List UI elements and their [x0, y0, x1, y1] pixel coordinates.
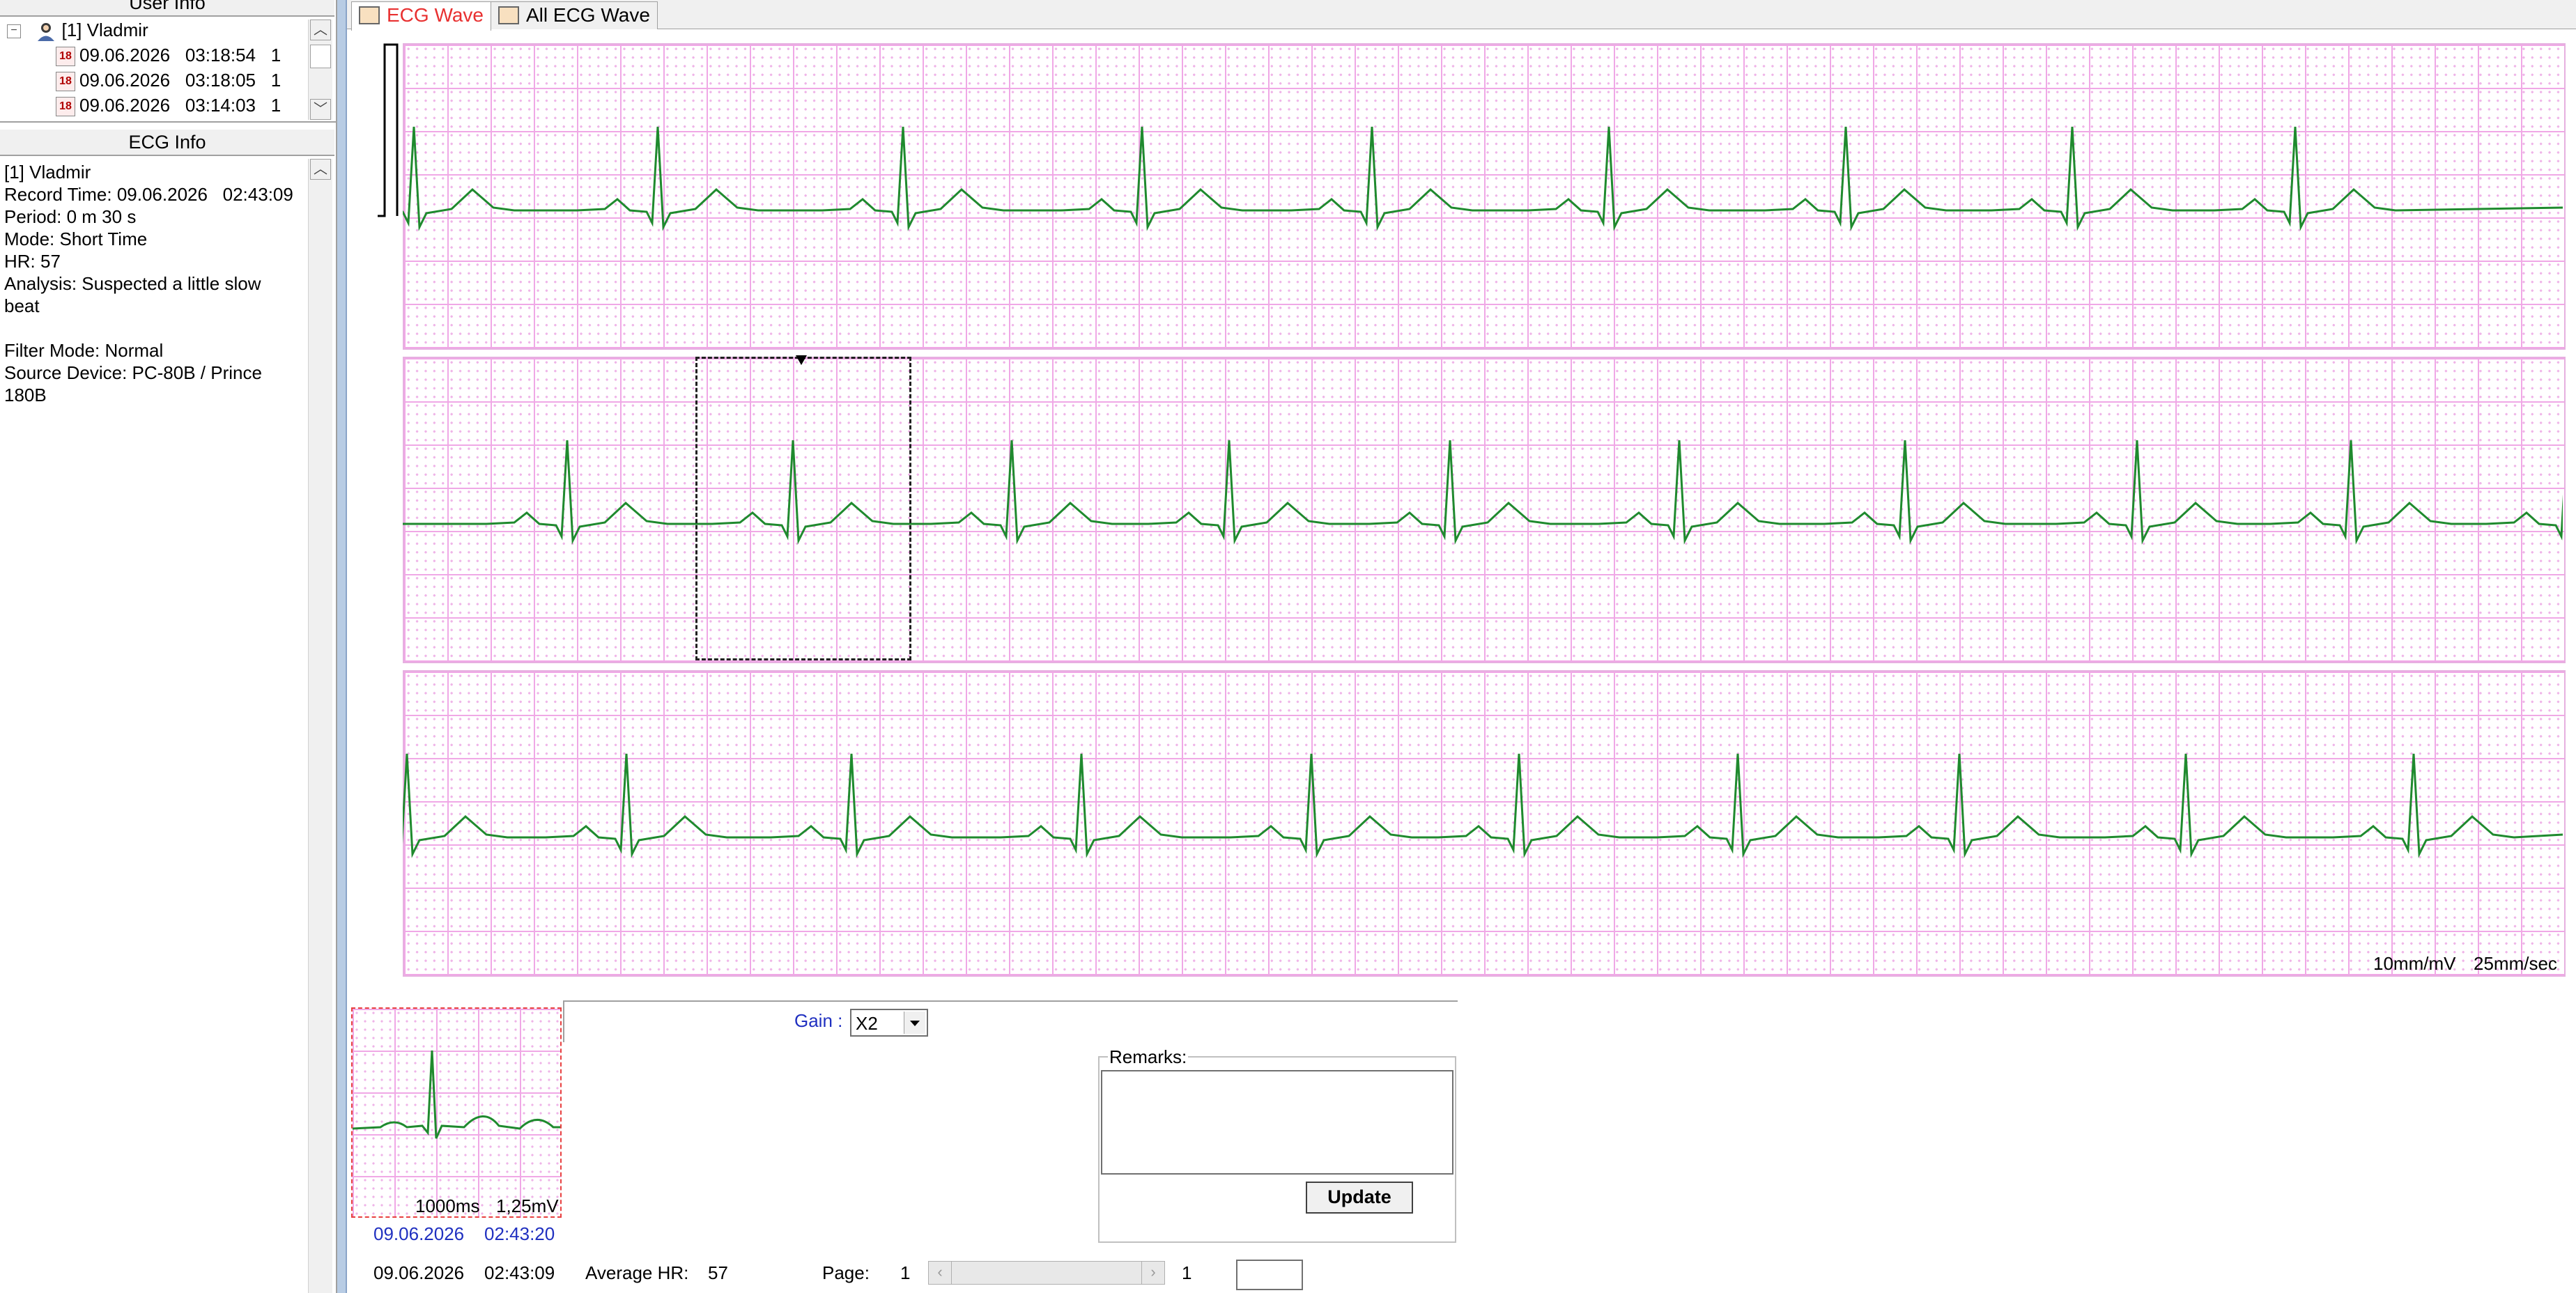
left-panel: User Info − [1] Vladmir 18 09.06.2026 03:… — [0, 0, 337, 1293]
scroll-up-icon[interactable]: ︿ — [310, 20, 331, 40]
zoom-trace-svg — [352, 1050, 560, 1139]
tree-user-label: [1] Vladmir — [61, 20, 148, 40]
gain-select[interactable]: X2 — [850, 1009, 928, 1037]
scroll-thumb[interactable] — [310, 45, 331, 68]
info-line: Source Device: PC-80B / Prince — [4, 362, 262, 383]
info-line: Analysis: Suspected a little slow — [4, 273, 261, 294]
scroll-down-icon[interactable]: ﹀ — [310, 99, 331, 120]
update-button[interactable]: Update — [1306, 1182, 1413, 1214]
minus-box-icon[interactable]: − — [7, 24, 21, 39]
remarks-input[interactable] — [1101, 1070, 1453, 1175]
record-time: 09.06.2026 02:43:09 — [373, 1262, 555, 1283]
scroll-up-icon[interactable]: ︿ — [310, 159, 331, 180]
chevron-down-icon[interactable] — [904, 1012, 925, 1034]
record-icon: 18 — [56, 97, 75, 117]
ecg-trace-3 — [403, 753, 2563, 858]
selection-box[interactable] — [695, 357, 911, 660]
chart-icon — [359, 6, 380, 24]
remarks-label: Remarks: — [1108, 1046, 1189, 1068]
zoom-trace — [352, 1050, 560, 1139]
page-label: Page: — [822, 1262, 870, 1283]
user-info-title: User Info — [0, 0, 334, 17]
ecg-info-title: ECG Info — [0, 130, 334, 156]
info-line: 180B — [4, 385, 47, 405]
record-icon: 18 — [56, 47, 75, 67]
user-tree-scrollbar[interactable]: ︿ ﹀ — [308, 20, 332, 120]
control-area-left-edge — [563, 1000, 564, 1042]
page-total: 1 — [1182, 1262, 1192, 1283]
ecg-trace-1 — [403, 126, 2563, 231]
average-hr-value: 57 — [708, 1262, 728, 1283]
record-icon: 18 — [56, 72, 75, 92]
user-tree: − [1] Vladmir 18 09.06.2026 03:18:54 1 18… — [0, 17, 337, 123]
info-line: Mode: Short Time — [4, 229, 148, 249]
info-line: [1] Vladmir — [4, 162, 91, 183]
info-line: HR: 57 — [4, 251, 61, 272]
info-line: beat — [4, 295, 40, 316]
scroll-right-icon[interactable]: › — [1141, 1262, 1164, 1284]
zoom-scale-amp: 1,25mV — [496, 1195, 559, 1216]
control-area — [563, 1000, 1458, 1002]
zoom-preview: 1000ms 1,25mV — [351, 1007, 562, 1218]
tree-user-node[interactable]: − [1] Vladmir — [7, 20, 148, 42]
average-hr-label: Average HR: — [585, 1262, 689, 1283]
splitter[interactable] — [337, 0, 347, 1293]
info-line: Record Time: 09.06.2026 02:43:09 — [4, 184, 293, 205]
remarks-group: Remarks: Update — [1098, 1046, 1456, 1243]
tab-bar: ECG Wave All ECG Wave — [347, 0, 2576, 31]
selection-marker-icon[interactable] — [796, 355, 807, 365]
zoom-timestamp: 09.06.2026 02:43:20 — [373, 1223, 555, 1244]
tab-ecg-wave[interactable]: ECG Wave — [351, 1, 491, 31]
info-line: Filter Mode: Normal — [4, 340, 164, 361]
info-line: Period: 0 m 30 s — [4, 206, 137, 227]
page-current: 1 — [900, 1262, 911, 1283]
scale-amplitude: 10mm/mV — [2373, 953, 2456, 974]
scale-speed: 25mm/sec — [2474, 953, 2557, 974]
ecg-info-box: [1] Vladmir Record Time: 09.06.2026 02:4… — [0, 157, 337, 1293]
tree-record-item[interactable]: 18 09.06.2026 03:18:05 1 — [56, 70, 281, 92]
tree-record-item[interactable]: 18 09.06.2026 03:14:03 1 — [56, 95, 281, 117]
tab-all-ecg-wave[interactable]: All ECG Wave — [491, 1, 658, 29]
scroll-left-icon[interactable]: ‹ — [929, 1262, 952, 1284]
tree-record-item[interactable]: 18 09.06.2026 03:18:54 1 — [56, 45, 281, 67]
gain-label: Gain : — [794, 1010, 843, 1031]
page-scrollbar[interactable]: ‹ › — [928, 1261, 1165, 1285]
calibration-pulse — [378, 43, 399, 217]
zoom-scale-time: 1000ms — [415, 1195, 480, 1216]
user-icon — [36, 21, 56, 42]
chart-icon — [498, 6, 519, 24]
ecg-info-scrollbar[interactable]: ︿ — [308, 159, 332, 1293]
page-input[interactable] — [1236, 1260, 1303, 1290]
